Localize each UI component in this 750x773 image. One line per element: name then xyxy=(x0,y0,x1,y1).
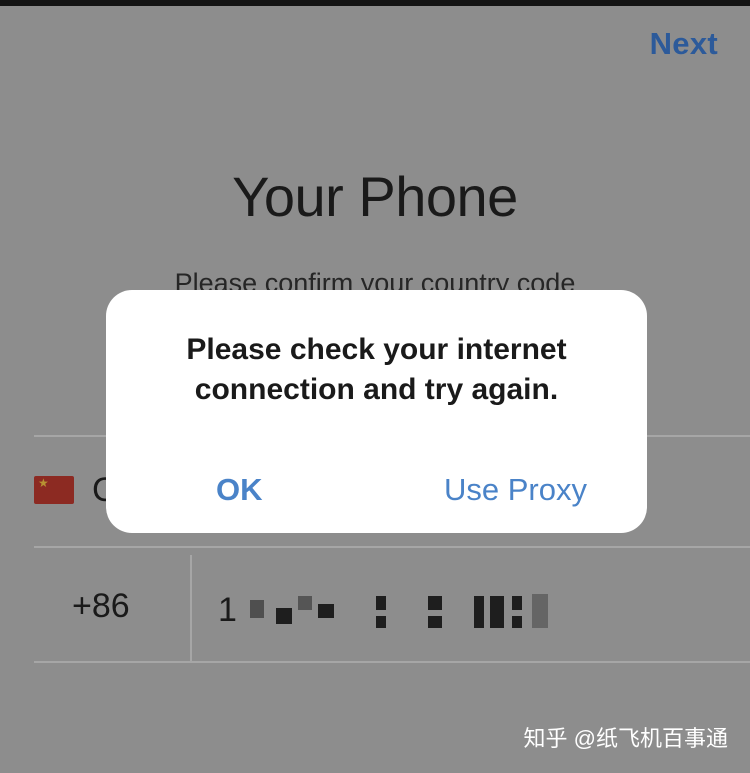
phone-bottom-divider xyxy=(34,661,750,663)
dialog-message: Please check your internet connection an… xyxy=(186,333,567,406)
china-flag-icon: ★ xyxy=(34,476,74,504)
phone-number-input[interactable]: 1 xyxy=(218,588,558,632)
next-button[interactable]: Next xyxy=(650,26,718,62)
country-code[interactable]: +86 xyxy=(72,587,130,626)
code-divider xyxy=(190,555,192,661)
status-bar xyxy=(0,0,750,6)
use-proxy-button[interactable]: Use Proxy xyxy=(444,472,587,508)
phone-number-prefix: 1 xyxy=(218,590,237,629)
watermark: 知乎 @纸飞机百事通 xyxy=(523,726,728,751)
country-bottom-divider xyxy=(34,546,750,548)
page-title: Your Phone xyxy=(232,165,518,228)
flag-star-icon: ★ xyxy=(38,476,49,490)
phone-number-redaction xyxy=(248,592,558,628)
network-error-dialog: Please check your internet connection an… xyxy=(106,290,647,533)
ok-button[interactable]: OK xyxy=(216,472,263,508)
country-selector[interactable]: ★ C xyxy=(34,470,117,510)
